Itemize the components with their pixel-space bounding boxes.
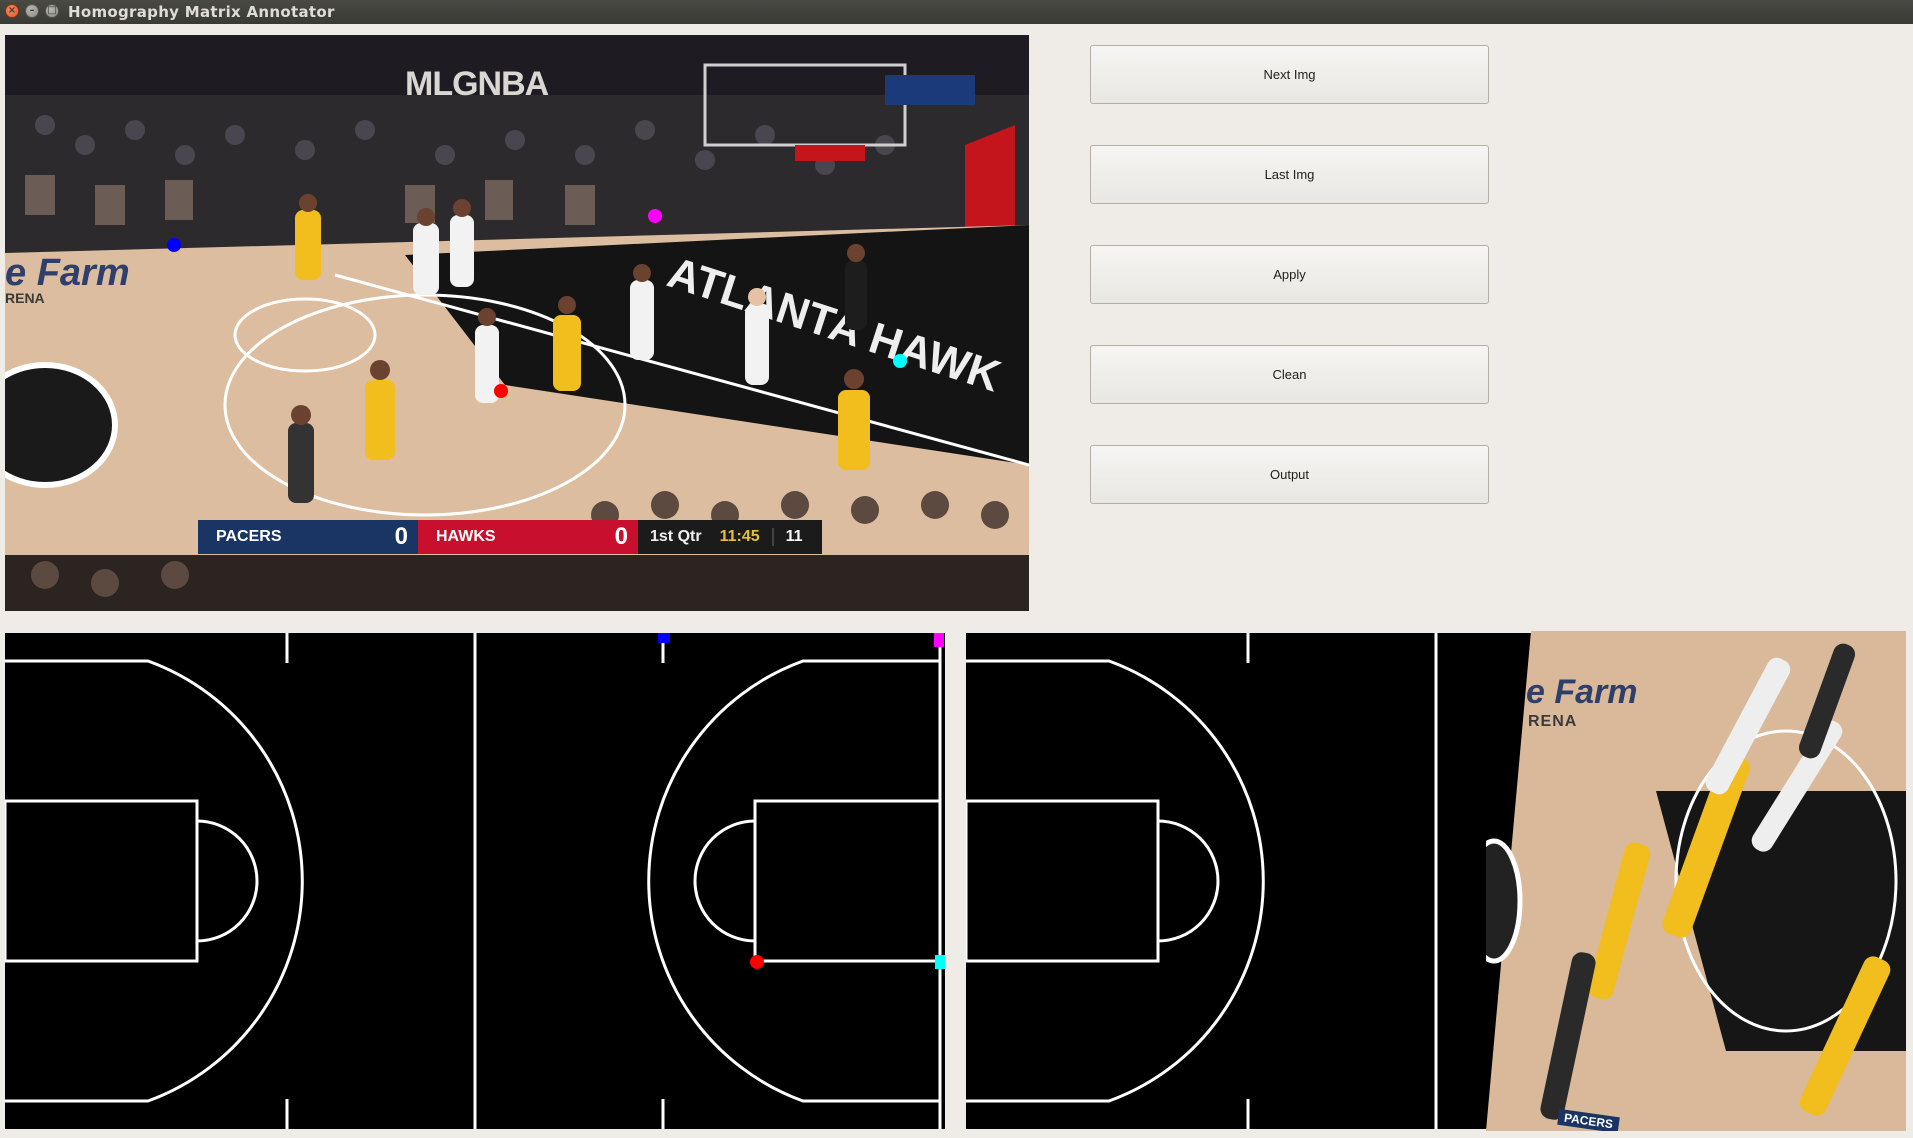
scoreboard-away: HAWKS 0: [418, 520, 638, 554]
window-titlebar: × – □ Homography Matrix Annotator: [0, 0, 1913, 24]
warped-sponsor-text: e Farm: [1526, 673, 1638, 711]
home-team-score: 0: [394, 523, 408, 550]
away-team-name: HAWKS: [436, 528, 496, 545]
scoreboard-home: PACERS 0: [198, 520, 418, 554]
window-title: Homography Matrix Annotator: [68, 3, 335, 21]
shot-clock: 11: [771, 528, 815, 546]
output-button[interactable]: Output: [1090, 445, 1489, 504]
home-team-name: PACERS: [216, 528, 282, 545]
clean-button[interactable]: Clean: [1090, 345, 1489, 404]
court-marker-blue: [658, 633, 670, 643]
away-team-score: 0: [614, 523, 628, 550]
svg-text:RENA: RENA: [5, 290, 45, 306]
maximize-window-button[interactable]: □: [45, 4, 59, 18]
source-frame-image[interactable]: ATLANTA HAWK e Farm RENA MLGNBA PACERS 0…: [5, 35, 1029, 611]
scoreboard-info: 1st Qtr 11:45 11: [638, 520, 822, 554]
marker-magenta: [648, 209, 662, 223]
court-template-canvas[interactable]: [5, 633, 945, 1129]
marker-blue: [167, 238, 181, 252]
last-image-button[interactable]: Last Img: [1090, 145, 1489, 204]
quarter-label: 1st Qtr: [650, 528, 702, 545]
game-clock: 11:45: [719, 528, 760, 545]
minimize-window-button[interactable]: –: [25, 4, 39, 18]
apply-button[interactable]: Apply: [1090, 245, 1489, 304]
court-diagram: [5, 633, 945, 1129]
warped-arena-text: RENA: [1528, 713, 1578, 730]
marker-cyan: [893, 354, 907, 368]
warped-frame-overlay: e Farm RENA PACERS: [1486, 631, 1906, 1131]
court-marker-magenta: [934, 633, 944, 647]
court-marker-cyan: [935, 955, 945, 969]
close-window-button[interactable]: ×: [5, 4, 19, 18]
svg-text:e Farm: e Farm: [5, 252, 130, 294]
next-image-button[interactable]: Next Img: [1090, 45, 1489, 104]
watermark-logo: MLGNBA: [405, 65, 549, 103]
scoreboard: PACERS 0 HAWKS 0 1st Qtr 11:45 11: [198, 520, 822, 554]
court-marker-red: [750, 955, 764, 969]
marker-red: [494, 384, 508, 398]
